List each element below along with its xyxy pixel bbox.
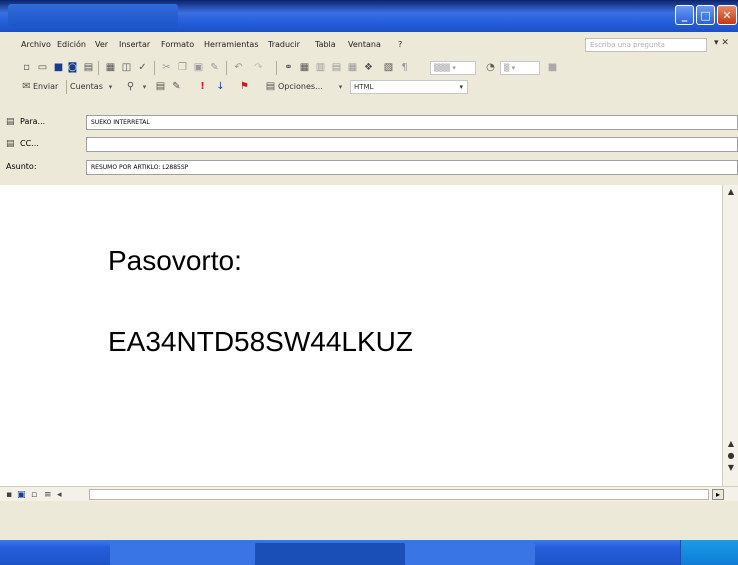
close-button[interactable]: ✕	[717, 5, 737, 25]
attach-file-icon[interactable]: ⚲	[124, 81, 137, 93]
web-view-icon[interactable]: ▣	[17, 490, 26, 500]
horizontal-scroll-track[interactable]	[89, 489, 709, 500]
importance-low-icon[interactable]: ↓	[214, 81, 227, 93]
undo-icon[interactable]: ↶	[232, 62, 245, 74]
address-book-icon: ▤	[6, 117, 15, 127]
options-button[interactable]: Opciones...	[278, 82, 323, 91]
title-bar: _ □ ✕	[0, 0, 738, 32]
drawing-icon[interactable]: ❖	[362, 62, 375, 74]
menu-tabla[interactable]: Tabla	[315, 40, 336, 49]
format-select-value: HTML	[354, 83, 374, 91]
preview-icon[interactable]: ◫	[120, 62, 133, 74]
scroll-right-icon[interactable]: ▸	[712, 489, 724, 500]
menu-herramientas[interactable]: Herramientas	[204, 40, 259, 49]
help-search-input[interactable]: Escriba una pregunta	[585, 38, 707, 52]
menu-help[interactable]: ?	[398, 40, 402, 49]
accounts-dropdown-icon[interactable]: ▾	[104, 81, 117, 93]
message-body[interactable]: Pasovorto: EA34NTD58SW44LKUZ	[0, 185, 722, 486]
format-select[interactable]: HTML ▾	[350, 80, 468, 94]
next-page-icon[interactable]: ▼	[725, 463, 737, 472]
bold-icon[interactable]: ■	[546, 62, 559, 74]
importance-high-icon[interactable]: !	[196, 81, 209, 93]
window-title-area	[8, 4, 178, 26]
menu-edicion[interactable]: Edición	[57, 40, 86, 49]
menu-formato[interactable]: Formato	[161, 40, 194, 49]
to-row: ▤ Para... SUEKO INTERRETAL	[0, 114, 738, 131]
email-toolbar: ✉ Enviar Cuentas ▾ ⚲ ▾ ▤ ✎ ! ↓ ⚑ ▤ Opcio…	[0, 77, 738, 97]
reading-view-icon[interactable]: ◂	[57, 490, 62, 500]
attach-dropdown-icon[interactable]: ▾	[138, 81, 151, 93]
paste-icon[interactable]: ▣	[192, 62, 205, 74]
system-tray	[680, 540, 738, 565]
print-icon-2[interactable]: ▦	[104, 62, 117, 74]
read-icon[interactable]: ◔	[484, 62, 497, 74]
menu-ventana[interactable]: Ventana	[348, 40, 381, 49]
subject-row: Asunto: RESUMO POR ARTIKLO: L2885SP	[0, 159, 738, 176]
format-painter-icon[interactable]: ✎	[208, 62, 221, 74]
scroll-up-icon[interactable]: ▲	[725, 187, 737, 196]
browse-object-icon[interactable]: ●	[725, 451, 737, 460]
address-book-icon: ▤	[6, 139, 15, 149]
address-book-icon[interactable]: ▤	[154, 81, 167, 93]
taskbar-button-3[interactable]	[405, 543, 535, 565]
options-dropdown-icon[interactable]: ▾	[334, 81, 347, 93]
chevron-down-icon: ▾	[459, 83, 463, 91]
body-line-2: EA34NTD58SW44LKUZ	[108, 326, 414, 357]
accounts-button[interactable]: Cuentas	[70, 82, 103, 91]
horizontal-scrollbar: ▪ ▣ ▫ ≡ ◂ ▸	[0, 486, 738, 501]
open-icon[interactable]: ▭	[36, 62, 49, 74]
subject-field[interactable]: RESUMO POR ARTIKLO: L2885SP	[86, 160, 738, 175]
table-icon[interactable]: ▦	[298, 62, 311, 74]
status-bar	[0, 501, 738, 516]
cc-button[interactable]: CC...	[20, 139, 39, 148]
menu-traducir[interactable]: Traducir	[268, 40, 300, 49]
table-icon-2[interactable]: ▤	[330, 62, 343, 74]
normal-view-icon[interactable]: ▪	[6, 490, 12, 500]
copy-icon[interactable]: ❐	[176, 62, 189, 74]
prev-page-icon[interactable]: ▲	[725, 439, 737, 448]
attach-icon[interactable]: ◙	[66, 62, 79, 74]
paragraph-icon[interactable]: ¶	[398, 62, 411, 74]
menu-close-icon[interactable]: ▾ ✕	[714, 38, 729, 48]
spell-icon[interactable]: ✓	[136, 62, 149, 74]
columns-icon[interactable]: ▥	[314, 62, 327, 74]
to-button[interactable]: Para...	[20, 117, 45, 126]
outline-view-icon[interactable]: ≡	[44, 490, 52, 500]
body-line-1: Pasovorto:	[108, 245, 242, 276]
save-icon[interactable]: ■	[52, 62, 65, 74]
menu-archivo[interactable]: Archivo	[21, 40, 51, 49]
redo-icon[interactable]: ↷	[252, 62, 265, 74]
print-icon[interactable]: ▤	[82, 62, 95, 74]
taskbar	[0, 540, 738, 565]
excel-icon[interactable]: ▦	[346, 62, 359, 74]
font-size-combo[interactable]: ▒ ▾	[500, 61, 540, 75]
maximize-button[interactable]: □	[696, 5, 715, 25]
check-names-icon[interactable]: ✎	[170, 81, 183, 93]
taskbar-button-2[interactable]	[255, 543, 405, 565]
new-icon[interactable]: ▫	[20, 62, 33, 74]
flag-icon[interactable]: ⚑	[238, 81, 251, 93]
standard-toolbar: ▫ ▭ ■ ◙ ▤ ▦ ◫ ✓ ✂ ❐ ▣ ✎ ↶ ↷ ⚭ ▦ ▥ ▤ ▦ ❖ …	[0, 58, 738, 78]
cut-icon[interactable]: ✂	[160, 62, 173, 74]
cc-row: ▤ CC...	[0, 136, 738, 153]
options-icon[interactable]: ▤	[264, 81, 277, 93]
menu-ver[interactable]: Ver	[95, 40, 108, 49]
hyperlink-icon[interactable]: ⚭	[282, 62, 295, 74]
to-field[interactable]: SUEKO INTERRETAL	[86, 115, 738, 130]
docmap-icon[interactable]: ▧	[382, 62, 395, 74]
cc-field[interactable]	[86, 137, 738, 152]
subject-label: Asunto:	[6, 162, 37, 171]
send-button[interactable]: Enviar	[33, 82, 58, 91]
print-view-icon[interactable]: ▫	[31, 490, 37, 500]
send-icon[interactable]: ✉	[20, 81, 33, 93]
vertical-scrollbar[interactable]: ▲ ▲ ● ▼ ▼	[722, 185, 738, 501]
zoom-combo[interactable]: ▒▒▒ ▾	[430, 61, 476, 75]
menu-insertar[interactable]: Insertar	[119, 40, 150, 49]
taskbar-button-1[interactable]	[110, 543, 255, 565]
minimize-button[interactable]: _	[675, 5, 694, 25]
